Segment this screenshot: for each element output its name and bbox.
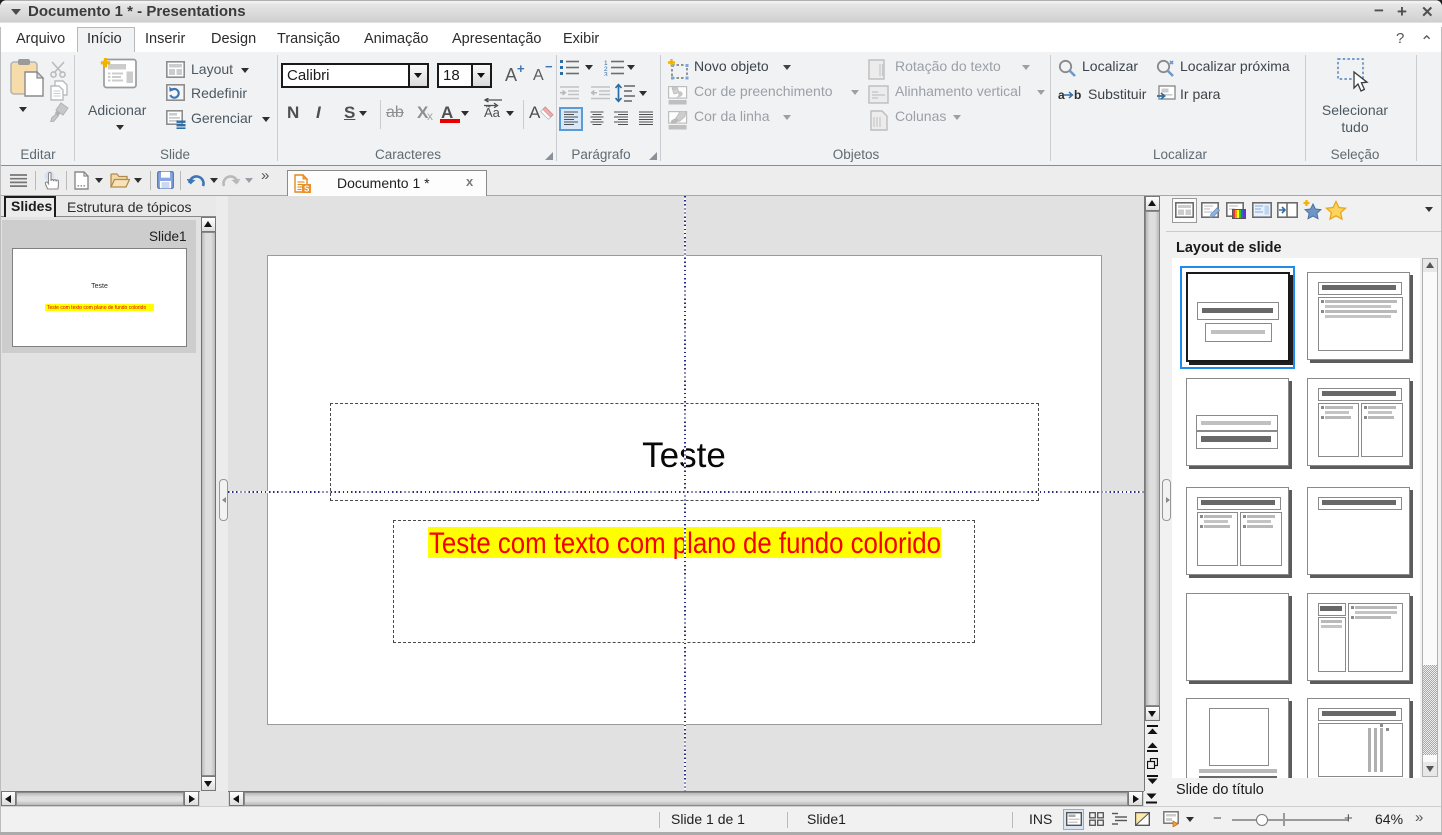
svg-text:3: 3 <box>604 72 608 77</box>
svg-text:S: S <box>304 185 310 194</box>
